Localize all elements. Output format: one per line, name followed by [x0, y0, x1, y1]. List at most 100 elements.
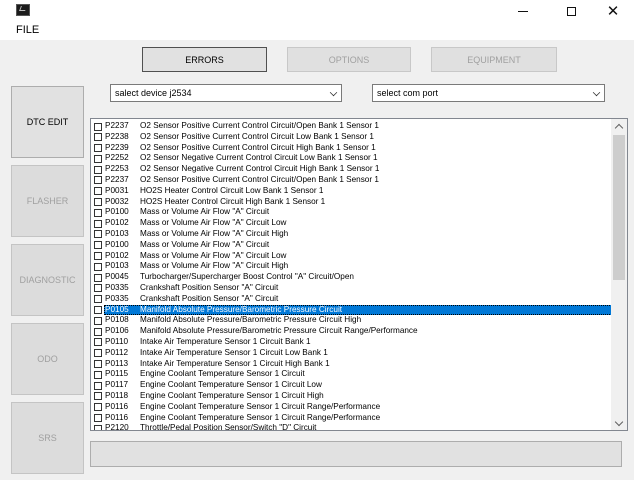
- scroll-up-button[interactable]: [611, 119, 627, 133]
- scroll-down-button[interactable]: [611, 416, 627, 430]
- sidebar-item-flasher[interactable]: FLASHER: [11, 165, 84, 237]
- dtc-description: Turbocharger/Supercharger Boost Control …: [140, 272, 354, 282]
- vertical-scrollbar[interactable]: [611, 119, 627, 430]
- dtc-code: P0335: [105, 282, 129, 292]
- dtc-code: P2237: [105, 174, 129, 184]
- dtc-description: Engine Coolant Temperature Sensor 1 Circ…: [140, 412, 381, 422]
- dtc-checkbox[interactable]: [94, 165, 102, 174]
- dtc-description: Engine Coolant Temperature Sensor 1 Circ…: [140, 401, 381, 411]
- list-item[interactable]: P2237 O2 Sensor Positive Current Control …: [91, 121, 612, 132]
- dtc-checkbox[interactable]: [94, 187, 102, 196]
- dtc-checkbox[interactable]: [94, 392, 102, 401]
- list-item[interactable]: P0102 Mass or Volume Air Flow "A" Circuit…: [91, 218, 612, 229]
- com-port-select[interactable]: select com port: [372, 84, 605, 102]
- dtc-checkbox[interactable]: [94, 219, 102, 228]
- list-item[interactable]: P2252 O2 Sensor Negative Current Control …: [91, 153, 612, 164]
- list-item[interactable]: P0112 Intake Air Temperature Sensor 1 Cir…: [91, 348, 612, 359]
- dtc-checkbox[interactable]: [94, 306, 102, 315]
- dtc-code: P0103: [105, 261, 129, 271]
- list-item[interactable]: P0335 Crankshaft Position Sensor "A" Circ…: [91, 283, 612, 294]
- dtc-description: Mass or Volume Air Flow "A" Circuit Low: [140, 218, 287, 228]
- sidebar-item-dtc-edit[interactable]: DTC EDIT: [11, 86, 84, 158]
- list-item[interactable]: P2253 O2 Sensor Negative Current Control …: [91, 164, 612, 175]
- list-item[interactable]: P0045 Turbocharger/Supercharger Boost Con…: [91, 272, 612, 283]
- list-item[interactable]: P0335 Crankshaft Position Sensor "A" Circ…: [91, 294, 612, 305]
- minimize-icon: [518, 10, 528, 12]
- dtc-checkbox[interactable]: [94, 262, 102, 271]
- dtc-description: Mass or Volume Air Flow "A" Circuit High: [140, 228, 289, 238]
- dtc-checkbox[interactable]: [94, 198, 102, 207]
- dtc-checkbox[interactable]: [94, 381, 102, 390]
- list-item[interactable]: P0106 Manifold Absolute Pressure/Barometr…: [91, 326, 612, 337]
- dtc-checkbox[interactable]: [94, 273, 102, 282]
- list-item[interactable]: P0117 Engine Coolant Temperature Sensor 1…: [91, 380, 612, 391]
- dtc-description: Crankshaft Position Sensor "A" Circuit: [140, 293, 279, 303]
- list-item[interactable]: P0113 Intake Air Temperature Sensor 1 Cir…: [91, 359, 612, 370]
- dtc-code: P2238: [105, 131, 129, 141]
- dtc-checkbox[interactable]: [94, 316, 102, 325]
- tab-options[interactable]: OPTIONS: [287, 47, 411, 72]
- list-item[interactable]: P0103 Mass or Volume Air Flow "A" Circuit…: [91, 261, 612, 272]
- dtc-checkbox[interactable]: [94, 252, 102, 261]
- list-item[interactable]: P0032 HO2S Heater Control Circuit High Ba…: [91, 197, 612, 208]
- tab-equipment[interactable]: EQUIPMENT: [431, 47, 557, 72]
- dtc-checkbox[interactable]: [94, 122, 102, 131]
- tab-errors[interactable]: ERRORS: [142, 47, 267, 72]
- dtc-description: Crankshaft Position Sensor "A" Circuit: [140, 282, 279, 292]
- close-button[interactable]: ✕: [590, 0, 634, 22]
- dtc-checkbox[interactable]: [94, 154, 102, 163]
- dtc-checkbox[interactable]: [94, 414, 102, 423]
- list-item[interactable]: P0100 Mass or Volume Air Flow "A" Circuit: [91, 207, 612, 218]
- list-item[interactable]: P0103 Mass or Volume Air Flow "A" Circuit…: [91, 229, 612, 240]
- dtc-checkbox[interactable]: [94, 424, 102, 430]
- dtc-description: Mass or Volume Air Flow "A" Circuit High: [140, 261, 289, 271]
- list-item[interactable]: P0031 HO2S Heater Control Circuit Low Ban…: [91, 186, 612, 197]
- dtc-list[interactable]: P2237 O2 Sensor Positive Current Control …: [90, 118, 628, 431]
- list-item[interactable]: P0100 Mass or Volume Air Flow "A" Circuit: [91, 240, 612, 251]
- dtc-checkbox[interactable]: [94, 327, 102, 336]
- dtc-checkbox[interactable]: [94, 370, 102, 379]
- sidebar-item-srs[interactable]: SRS: [11, 402, 84, 474]
- list-item[interactable]: P0118 Engine Coolant Temperature Sensor 1…: [91, 391, 612, 402]
- sidebar-item-diagnostic[interactable]: DIAGNOSTIC: [11, 244, 84, 316]
- list-item[interactable]: P0116 Engine Coolant Temperature Sensor 1…: [91, 402, 612, 413]
- dtc-code: P2239: [105, 142, 129, 152]
- dtc-description: HO2S Heater Control Circuit High Bank 1 …: [140, 196, 326, 206]
- list-item[interactable]: P2237 O2 Sensor Positive Current Control …: [91, 175, 612, 186]
- scroll-thumb[interactable]: [613, 135, 625, 280]
- dtc-checkbox[interactable]: [94, 144, 102, 153]
- list-item[interactable]: P0102 Mass or Volume Air Flow "A" Circuit…: [91, 251, 612, 262]
- dtc-checkbox[interactable]: [94, 403, 102, 412]
- list-item[interactable]: P0116 Engine Coolant Temperature Sensor 1…: [91, 413, 612, 424]
- list-item[interactable]: P2120 Throttle/Pedal Position Sensor/Swit…: [91, 423, 612, 430]
- list-item[interactable]: P0110 Intake Air Temperature Sensor 1 Cir…: [91, 337, 612, 348]
- dtc-checkbox[interactable]: [94, 349, 102, 358]
- dtc-checkbox[interactable]: [94, 295, 102, 304]
- device-select-value: salect device j2534: [115, 88, 192, 98]
- dtc-checkbox[interactable]: [94, 360, 102, 369]
- dtc-checkbox[interactable]: [94, 241, 102, 250]
- dtc-checkbox[interactable]: [94, 230, 102, 239]
- dtc-rows: P2237 O2 Sensor Positive Current Control …: [91, 121, 612, 430]
- list-item[interactable]: P0108 Manifold Absolute Pressure/Barometr…: [91, 315, 612, 326]
- dtc-code: P0045: [105, 272, 129, 282]
- maximize-icon: [566, 6, 576, 16]
- dtc-description: O2 Sensor Negative Current Control Circu…: [140, 164, 380, 174]
- menu-file[interactable]: FILE: [16, 24, 39, 36]
- dtc-checkbox[interactable]: [94, 208, 102, 217]
- device-select[interactable]: salect device j2534: [110, 84, 342, 102]
- list-item[interactable]: P2239 O2 Sensor Positive Current Control …: [91, 143, 612, 154]
- dtc-checkbox[interactable]: [94, 176, 102, 185]
- minimize-button[interactable]: [500, 0, 546, 22]
- dtc-description: Mass or Volume Air Flow "A" Circuit Low: [140, 250, 287, 260]
- dtc-code: P0117: [105, 380, 129, 390]
- chevron-down-icon: [614, 417, 624, 426]
- maximize-button[interactable]: [548, 0, 594, 22]
- dtc-checkbox[interactable]: [94, 284, 102, 293]
- list-item[interactable]: P2238 O2 Sensor Positive Current Control …: [91, 132, 612, 143]
- sidebar-item-odo[interactable]: ODO: [11, 323, 84, 395]
- list-item[interactable]: P0115 Engine Coolant Temperature Sensor 1…: [91, 369, 612, 380]
- list-item[interactable]: P0105 Manifold Absolute Pressure/Barometr…: [91, 304, 612, 316]
- dtc-checkbox[interactable]: [94, 338, 102, 347]
- dtc-checkbox[interactable]: [94, 133, 102, 142]
